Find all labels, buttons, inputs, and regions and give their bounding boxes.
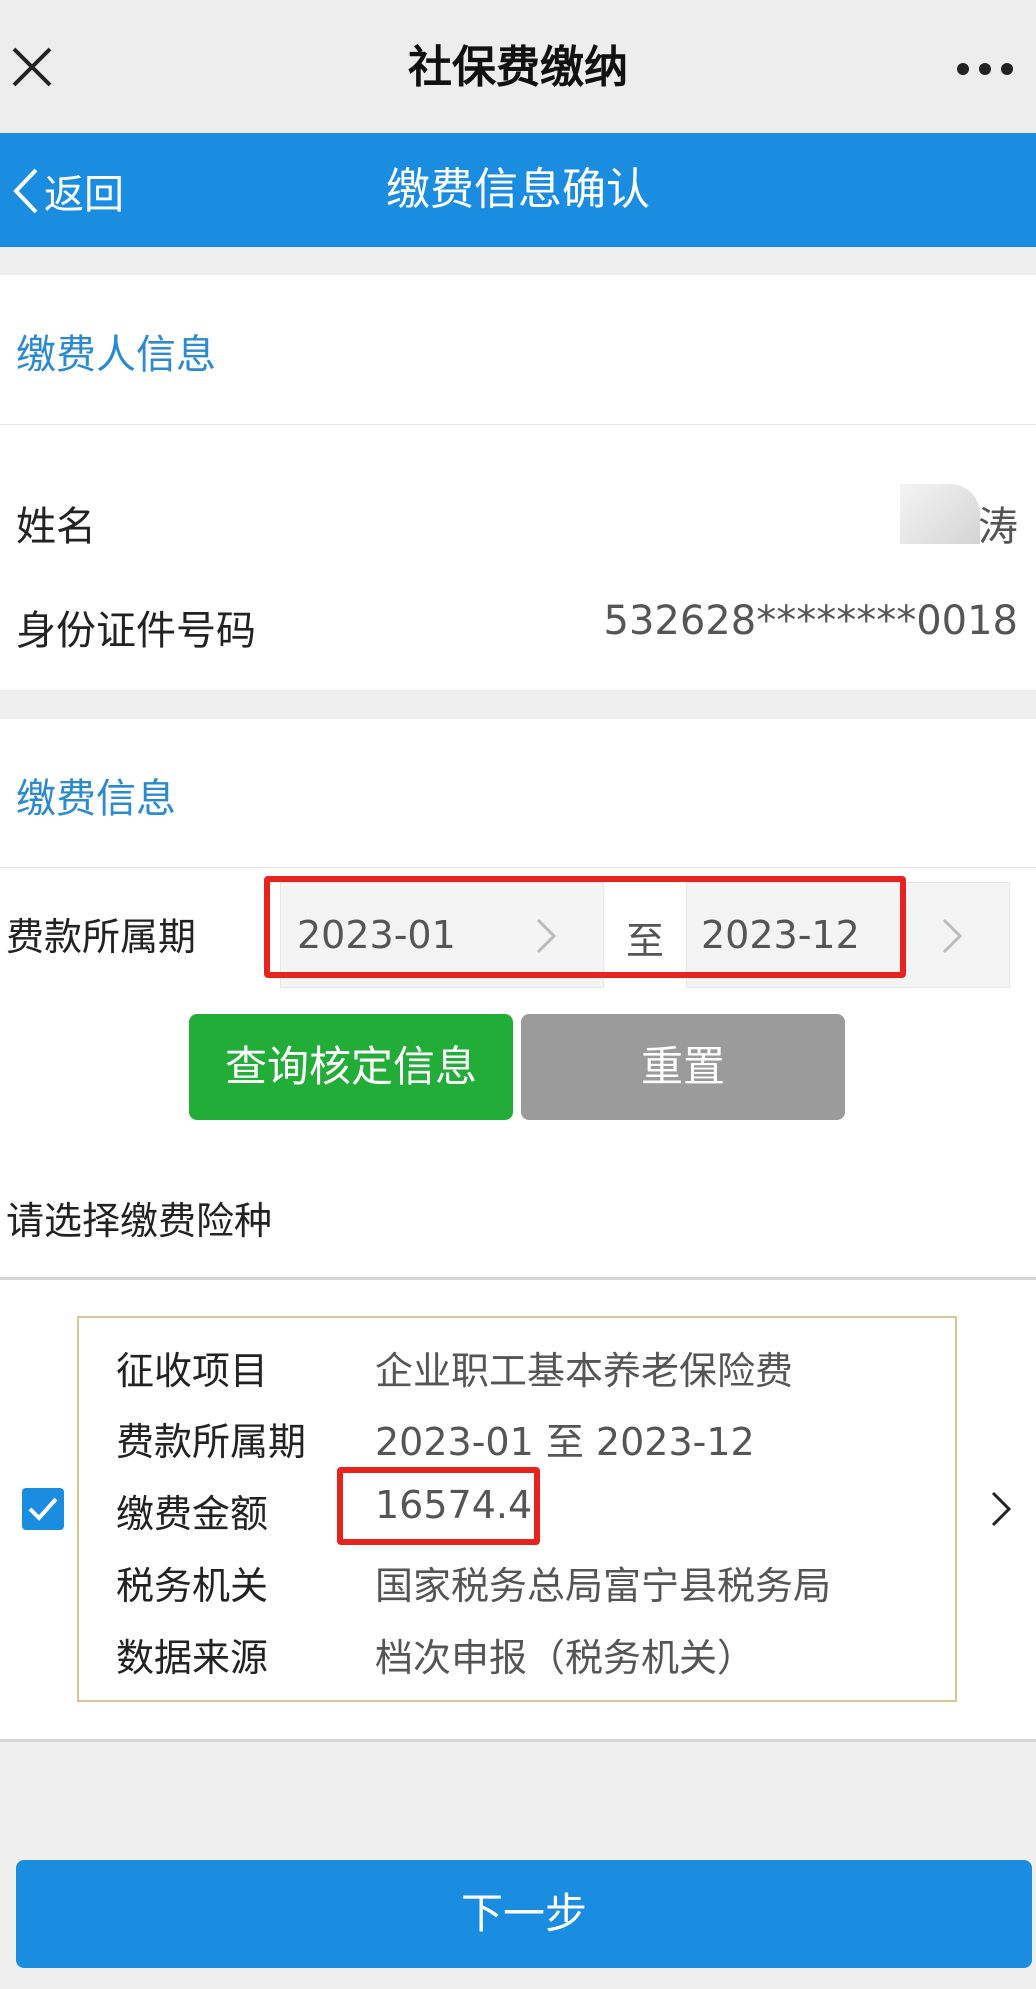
chevron-right-icon — [942, 918, 963, 954]
detail-label: 征收项目 — [116, 1349, 269, 1393]
nav-bar: 返回 缴费信息确认 — [0, 133, 1036, 247]
name-value: 涛 — [978, 504, 1018, 550]
amount-highlight-frame — [337, 1467, 540, 1545]
detail-value: 2023-01 至 2023-12 — [375, 1420, 755, 1464]
detail-label: 数据来源 — [116, 1636, 269, 1680]
divider — [0, 867, 1036, 868]
name-label: 姓名 — [16, 504, 96, 550]
query-button[interactable]: 查询核定信息 — [189, 1014, 513, 1120]
name-redaction — [900, 484, 980, 544]
next-step-button[interactable]: 下一步 — [16, 1860, 1032, 1968]
id-label: 身份证件号码 — [16, 608, 256, 654]
app-title: 社保费缴纳 — [408, 42, 628, 93]
more-options-icon[interactable] — [956, 62, 1014, 76]
payment-section-heading: 缴费信息 — [16, 776, 176, 822]
id-value: 532628********0018 — [603, 598, 1019, 644]
app-header: 社保费缴纳 — [0, 0, 1036, 133]
detail-value: 企业职工基本养老保险费 — [375, 1349, 794, 1393]
detail-value: 档次申报（税务机关） — [375, 1636, 756, 1680]
detail-value: 国家税务总局富宁县税务局 — [375, 1564, 832, 1608]
period-highlight-frame — [264, 876, 906, 978]
page-title: 缴费信息确认 — [386, 164, 650, 215]
payer-section-heading: 缴费人信息 — [16, 332, 216, 378]
insurance-checkbox[interactable] — [22, 1488, 64, 1530]
detail-label: 缴费金额 — [116, 1492, 269, 1536]
divider — [0, 424, 1036, 425]
chevron-right-icon[interactable] — [990, 1490, 1012, 1528]
reset-button[interactable]: 重置 — [521, 1014, 845, 1120]
choose-insurance-label: 请选择缴费险种 — [6, 1199, 273, 1243]
checkmark-icon — [28, 1497, 58, 1521]
detail-label: 税务机关 — [116, 1564, 269, 1608]
period-label: 费款所属期 — [6, 915, 197, 959]
detail-label: 费款所属期 — [116, 1420, 307, 1464]
